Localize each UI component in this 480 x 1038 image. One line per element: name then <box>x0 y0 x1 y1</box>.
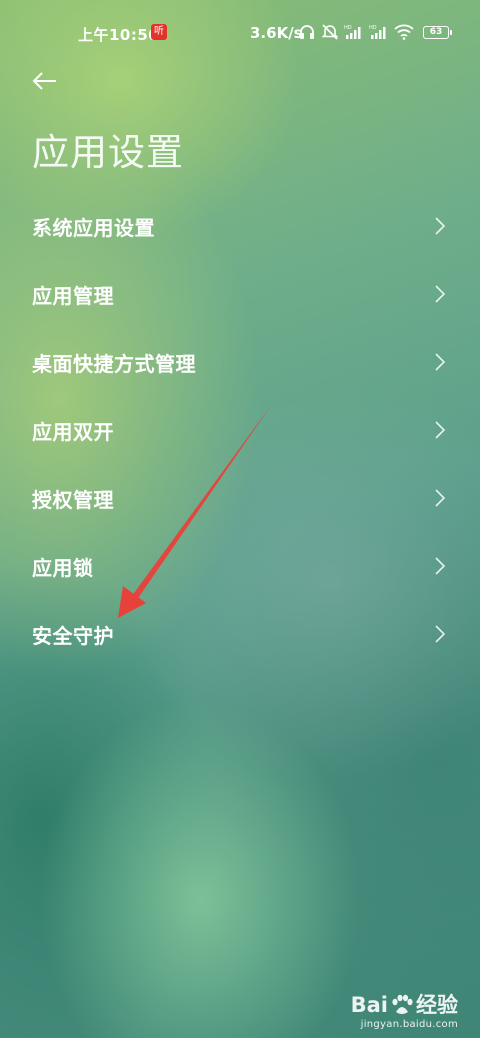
menu-item-system-app-settings[interactable]: 系统应用设置 <box>0 192 480 260</box>
menu-item-label: 应用管理 <box>32 283 114 308</box>
svg-text:HD: HD <box>369 25 377 31</box>
paw-icon <box>392 994 413 1014</box>
settings-menu: 系统应用设置 应用管理 桌面快捷方式管理 应用双开 授权管理 应用锁 安全守护 <box>0 192 480 668</box>
watermark-logo: Bai 经验 <box>351 993 458 1017</box>
hd-signal-icon: HD <box>344 25 361 39</box>
menu-item-label: 系统应用设置 <box>32 215 155 240</box>
arrow-left-icon <box>32 72 56 90</box>
chevron-right-icon <box>435 421 446 439</box>
menu-item-app-lock[interactable]: 应用锁 <box>0 532 480 600</box>
chevron-right-icon <box>435 625 446 643</box>
network-speed: 3.6K/s <box>250 24 303 42</box>
mute-icon <box>321 24 339 40</box>
app-notification-icon: 听 <box>151 24 167 40</box>
menu-item-security-guard[interactable]: 安全守护 <box>0 600 480 668</box>
page-title: 应用设置 <box>32 131 184 174</box>
battery-icon: 63 <box>423 25 452 39</box>
status-icons: HD HD 63 <box>298 22 452 42</box>
baidu-jingyan-watermark: Bai 经验 jingyan.baidu.com <box>351 993 458 1030</box>
wifi-icon <box>394 24 414 40</box>
menu-item-label: 安全守护 <box>32 623 114 648</box>
menu-item-dual-apps[interactable]: 应用双开 <box>0 396 480 464</box>
menu-item-label: 应用锁 <box>32 555 94 580</box>
hd-signal-icon: HD <box>369 25 386 39</box>
chevron-right-icon <box>435 557 446 575</box>
chevron-right-icon <box>435 285 446 303</box>
watermark-brand-right: 经验 <box>416 993 458 1017</box>
menu-item-app-management[interactable]: 应用管理 <box>0 260 480 328</box>
status-time: 上午10:50 <box>78 26 160 44</box>
menu-item-label: 应用双开 <box>32 419 114 444</box>
menu-item-label: 授权管理 <box>32 487 114 512</box>
headset-icon <box>300 25 314 39</box>
status-bar: 上午10:50 听 3.6K/s HD HD 63 <box>0 0 480 64</box>
watermark-url: jingyan.baidu.com <box>360 1019 458 1030</box>
svg-text:HD: HD <box>344 25 352 31</box>
menu-item-permissions[interactable]: 授权管理 <box>0 464 480 532</box>
chevron-right-icon <box>435 353 446 371</box>
chevron-right-icon <box>435 217 446 235</box>
menu-item-label: 桌面快捷方式管理 <box>32 351 196 376</box>
back-button[interactable] <box>30 66 60 96</box>
menu-item-desktop-shortcuts[interactable]: 桌面快捷方式管理 <box>0 328 480 396</box>
watermark-brand-left: Bai <box>350 993 388 1017</box>
chevron-right-icon <box>435 489 446 507</box>
